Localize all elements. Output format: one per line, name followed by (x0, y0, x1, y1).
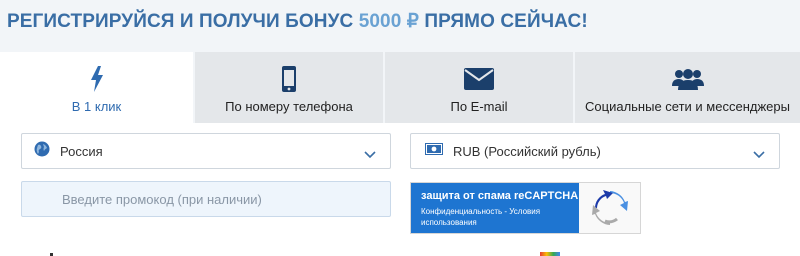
chevron-down-icon (753, 146, 765, 164)
recaptcha-badge[interactable]: защита от спама reCAPTCHA Конфиденциальн… (410, 182, 641, 234)
tab-label: По номеру телефона (225, 99, 353, 114)
tab-label: Социальные сети и мессенджеры (585, 99, 790, 114)
currency-select[interactable]: RUB (Российский рубль) (410, 133, 780, 169)
title-part1: РЕГИСТРИРУЙСЯ И ПОЛУЧИ БОНУС (7, 11, 359, 32)
globe-icon (34, 141, 50, 162)
tab-social[interactable]: Социальные сети и мессенджеры (573, 52, 800, 123)
banknote-icon (425, 142, 443, 160)
registration-tabs: В 1 клик По номеру телефона По E-mail Со… (0, 52, 800, 123)
chevron-down-icon (364, 146, 376, 164)
recaptcha-title: защита от спама reCAPTCHA (421, 190, 579, 202)
currency-value: RUB (Российский рубль) (453, 143, 601, 159)
cut-off-row (0, 251, 800, 256)
promo-code-input[interactable] (21, 181, 391, 217)
users-icon (671, 66, 704, 92)
page-title: РЕГИСТРИРУЙСЯ И ПОЛУЧИ БОНУС 5000 ₽ ПРЯМ… (7, 10, 588, 33)
envelope-icon (464, 66, 494, 92)
tab-label: По E-mail (450, 99, 508, 114)
tab-phone[interactable]: По номеру телефона (193, 52, 383, 123)
tab-email[interactable]: По E-mail (383, 52, 573, 123)
country-select[interactable]: Россия (21, 133, 391, 169)
lightning-icon (89, 66, 105, 92)
bonus-amount: 5000 ₽ (358, 11, 419, 32)
title-part2: ПРЯМО СЕЙЧАС! (418, 11, 588, 32)
recaptcha-text: защита от спама reCAPTCHA Конфиденциальн… (411, 183, 579, 233)
tab-one-click[interactable]: В 1 клик (0, 52, 193, 123)
phone-icon (281, 66, 297, 92)
country-value: Россия (60, 143, 103, 159)
recaptcha-links[interactable]: Конфиденциальность - Условия использован… (421, 206, 579, 228)
tab-label: В 1 клик (71, 99, 122, 114)
registration-form: Россия RUB (Российский рубль) защита от … (0, 123, 800, 256)
recaptcha-icon (579, 183, 640, 233)
cut-off-mark (540, 252, 560, 256)
